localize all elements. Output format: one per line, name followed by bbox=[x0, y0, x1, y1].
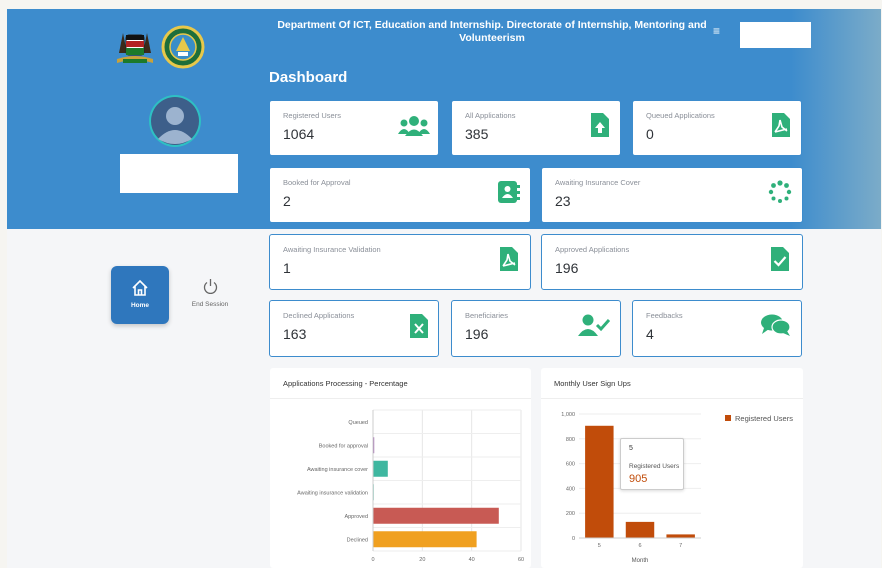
tooltip-value: 905 bbox=[629, 473, 648, 485]
address-book-icon bbox=[498, 181, 520, 203]
stat-label: Registered Users bbox=[283, 111, 341, 120]
bar bbox=[585, 425, 614, 538]
bar bbox=[373, 531, 477, 548]
spinner-icon bbox=[768, 180, 792, 203]
y-tick-label: Booked for approval bbox=[319, 443, 368, 449]
y-tick-label: Declined bbox=[347, 537, 368, 543]
y-tick-label: Awaiting insurance validation bbox=[297, 490, 368, 496]
y-tick-label: 0 bbox=[572, 536, 575, 542]
stat-card-feedbacks[interactable]: Feedbacks 4 bbox=[632, 300, 802, 357]
applications-percentage-chart: 0 20 40 60 Queued Booked for approval Awaiting… bbox=[297, 409, 524, 563]
stat-value: 1 bbox=[283, 260, 291, 276]
y-tick-label: 400 bbox=[566, 486, 575, 492]
stat-label: Awaiting Insurance Validation bbox=[283, 245, 381, 254]
panel-monthly-signups: Monthly User Sign Ups 0 200 400 600 800 1,000… bbox=[541, 368, 803, 568]
user-avatar-icon[interactable] bbox=[149, 95, 201, 147]
tooltip-label: Registered Users bbox=[629, 463, 680, 470]
stat-card-registered-users[interactable]: Registered Users 1064 bbox=[269, 100, 439, 156]
stat-label: Declined Applications bbox=[283, 311, 355, 320]
bar bbox=[373, 507, 499, 524]
stat-value: 2 bbox=[283, 193, 291, 209]
header-title: Department Of ICT, Education and Interns… bbox=[277, 19, 707, 44]
chart-title: Applications Processing - Percentage bbox=[283, 379, 408, 388]
file-pdf-icon bbox=[500, 247, 518, 271]
y-tick-label: 600 bbox=[566, 462, 575, 468]
stat-card-awaiting-insurance-cover[interactable]: Awaiting Insurance Cover 23 bbox=[541, 167, 803, 223]
x-tick-label: 40 bbox=[469, 557, 475, 563]
stat-label: Awaiting Insurance Cover bbox=[555, 178, 641, 187]
y-tick-label: Queued bbox=[348, 420, 368, 426]
comments-icon bbox=[761, 314, 791, 336]
stat-value: 0 bbox=[646, 126, 654, 142]
file-check-icon bbox=[771, 247, 789, 271]
x-tick-label: 5 bbox=[598, 543, 601, 549]
stat-card-all-applications[interactable]: All Applications 385 bbox=[451, 100, 621, 156]
file-excel-icon bbox=[410, 314, 428, 338]
y-tick-label: 200 bbox=[566, 511, 575, 517]
header-search-box[interactable] bbox=[740, 22, 811, 48]
bar bbox=[373, 460, 388, 477]
y-tick-label: 800 bbox=[566, 437, 575, 443]
stat-card-queued-applications[interactable]: Queued Applications 0 bbox=[632, 100, 802, 156]
home-icon bbox=[132, 279, 148, 296]
stat-label: Booked for Approval bbox=[283, 178, 351, 187]
hamburger-icon[interactable]: ≡ bbox=[713, 25, 720, 37]
stat-value: 1064 bbox=[283, 126, 315, 142]
power-icon bbox=[203, 279, 218, 294]
page-title: Dashboard bbox=[269, 69, 348, 86]
y-tick-label: Awaiting insurance cover bbox=[307, 467, 368, 473]
stat-value: 23 bbox=[555, 193, 571, 209]
sidebar-item-label: End Session bbox=[191, 301, 229, 308]
sidebar-item-end-session[interactable]: End Session bbox=[185, 277, 235, 317]
legend-swatch bbox=[725, 415, 731, 421]
legend-label: Registered Users bbox=[735, 414, 793, 423]
file-upload-icon bbox=[591, 113, 609, 137]
x-tick-label: 7 bbox=[679, 543, 682, 549]
stat-label: Feedbacks bbox=[646, 311, 683, 320]
x-axis-label: Month bbox=[632, 558, 649, 564]
x-tick-label: 60 bbox=[518, 557, 524, 563]
x-tick-label: 0 bbox=[371, 557, 374, 563]
ministry-emblem-logo bbox=[161, 25, 205, 69]
sidebar-item-home[interactable]: Home bbox=[111, 266, 169, 324]
chart-tooltip: 5 Registered Users 905 bbox=[620, 438, 684, 490]
sidebar-item-label: Home bbox=[130, 302, 150, 309]
x-tick-label: 6 bbox=[638, 543, 641, 549]
bar bbox=[666, 534, 695, 538]
app-frame: Department Of ICT, Education and Interns… bbox=[7, 9, 881, 568]
stat-value: 4 bbox=[646, 326, 654, 342]
stat-label: All Applications bbox=[465, 111, 516, 120]
stat-label: Beneficiaries bbox=[465, 311, 508, 320]
users-icon bbox=[398, 116, 430, 136]
stat-value: 196 bbox=[555, 260, 579, 276]
y-tick-label: Approved bbox=[344, 514, 368, 520]
x-tick-label: 20 bbox=[419, 557, 425, 563]
chart-title: Monthly User Sign Ups bbox=[554, 379, 631, 388]
y-tick-label: 1,000 bbox=[561, 412, 575, 418]
user-check-icon bbox=[578, 314, 610, 336]
stat-card-approved-applications[interactable]: Approved Applications 196 bbox=[541, 234, 803, 290]
stat-card-booked-for-approval[interactable]: Booked for Approval 2 bbox=[269, 167, 531, 223]
file-pdf-icon bbox=[772, 113, 790, 137]
stat-card-beneficiaries[interactable]: Beneficiaries 196 bbox=[451, 300, 621, 357]
coat-of-arms-logo bbox=[117, 33, 153, 63]
username-box bbox=[120, 154, 238, 193]
bar bbox=[625, 521, 655, 538]
stat-label: Queued Applications bbox=[646, 111, 715, 120]
panel-applications-processing: Applications Processing - Percentage 0 20… bbox=[270, 368, 531, 568]
stat-label: Approved Applications bbox=[555, 245, 630, 254]
stat-value: 163 bbox=[283, 326, 307, 342]
stat-card-awaiting-insurance-validation[interactable]: Awaiting Insurance Validation 1 bbox=[269, 234, 531, 290]
stat-value: 196 bbox=[465, 326, 489, 342]
stat-value: 385 bbox=[465, 126, 489, 142]
tooltip-title: 5 bbox=[629, 445, 633, 452]
stat-card-declined-applications[interactable]: Declined Applications 163 bbox=[269, 300, 439, 357]
